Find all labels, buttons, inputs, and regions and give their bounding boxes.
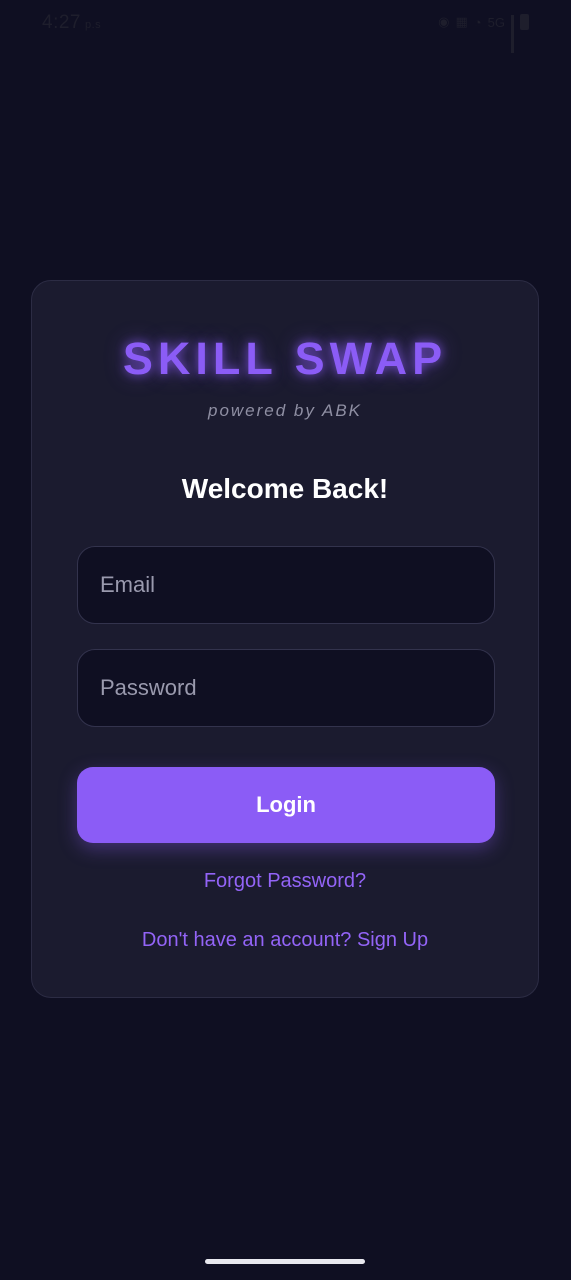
status-time-suffix: p.s bbox=[84, 19, 102, 31]
app-title: SKILL SWAP bbox=[122, 333, 448, 384]
login-card: SKILL SWAP powered by ABK Welcome Back! … bbox=[31, 280, 539, 998]
home-indicator[interactable] bbox=[205, 1259, 365, 1264]
password-field[interactable] bbox=[77, 649, 495, 727]
app-subtitle: powered by ABK bbox=[208, 401, 362, 420]
wifi-icon: ◔ bbox=[473, 14, 482, 30]
signal-icon bbox=[511, 15, 514, 53]
status-icons: ◉ ▦ ◔ 5G bbox=[438, 14, 529, 53]
email-field[interactable] bbox=[77, 546, 495, 624]
network-type-label: 5G bbox=[487, 14, 505, 30]
login-button[interactable]: Login bbox=[77, 767, 495, 843]
login-screen: 4:27 p.s ◉ ▦ ◔ 5G SKILL SWAP powered by A… bbox=[0, 0, 571, 1280]
grid-icon: ▦ bbox=[455, 14, 468, 29]
status-time-value: 4:27 bbox=[42, 12, 81, 33]
forgot-password-link[interactable]: Forgot Password? bbox=[32, 870, 538, 893]
welcome-heading: Welcome Back! bbox=[181, 473, 389, 504]
battery-icon bbox=[520, 14, 529, 30]
status-bar: 4:27 p.s ◉ ▦ ◔ 5G bbox=[0, 0, 571, 53]
hotspot-icon: ◉ bbox=[438, 14, 450, 29]
sign-up-link[interactable]: Don't have an account? Sign Up bbox=[32, 929, 538, 952]
status-time: 4:27 p.s bbox=[42, 12, 101, 34]
